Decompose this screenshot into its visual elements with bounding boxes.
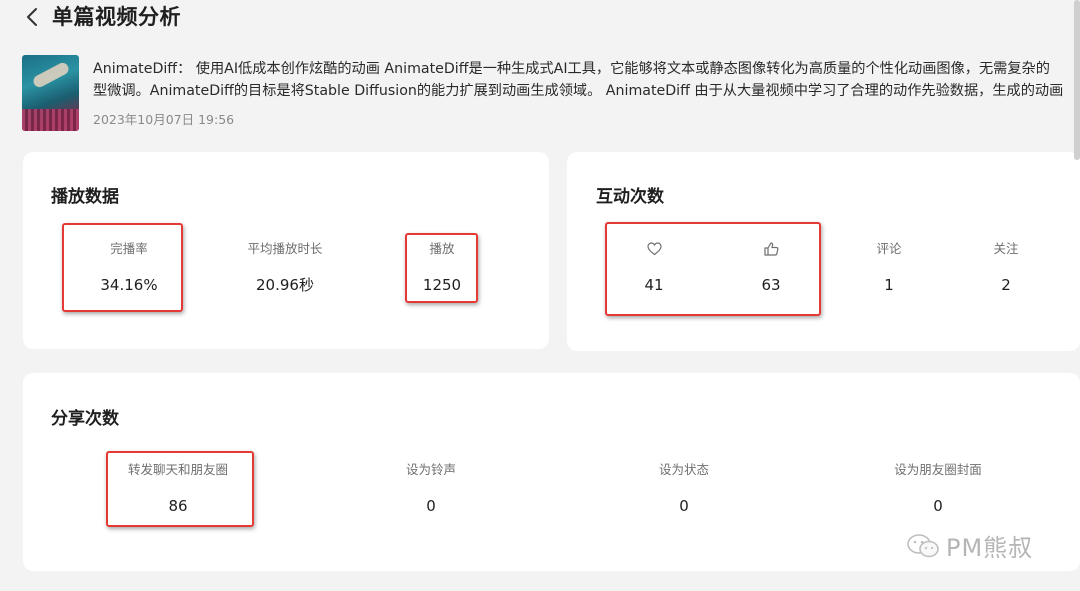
video-info: AnimateDiff： 使用AI低成本创作炫酷的动画 AnimateDiff是… xyxy=(22,55,1080,133)
watermark-text: PM熊叔 xyxy=(946,534,1034,562)
status-value: 0 xyxy=(679,497,689,515)
follows-metric: 关注 2 xyxy=(976,240,1036,295)
wechat-icon xyxy=(907,533,939,557)
comments-metric: 评论 1 xyxy=(859,240,919,295)
highlight-box xyxy=(405,233,478,303)
moments-cover-metric: 设为朋友圈封面 0 xyxy=(880,461,996,516)
video-description: AnimateDiff： 使用AI低成本创作炫酷的动画 AnimateDiff是… xyxy=(93,58,1080,102)
page-header: 单篇视频分析 xyxy=(0,0,1080,36)
watermark: PM熊叔 xyxy=(906,528,1033,563)
moments-cover-label: 设为朋友圈封面 xyxy=(894,462,982,477)
highlight-box xyxy=(62,223,183,312)
comments-label: 评论 xyxy=(876,241,902,256)
back-icon[interactable] xyxy=(22,4,44,30)
video-description-line: 型微调。AnimateDiff的目标是将Stable Diffusion的能力扩… xyxy=(93,83,1064,99)
page-title: 单篇视频分析 xyxy=(52,5,181,29)
play-data-card: 播放数据 完播率 34.16% 平均播放时长 20.96秒 播放 1250 xyxy=(23,152,549,349)
ringtone-value: 0 xyxy=(426,497,436,515)
follows-value: 2 xyxy=(1001,276,1011,294)
status-label: 设为状态 xyxy=(658,462,709,477)
share-title: 分享次数 xyxy=(51,409,119,429)
video-thumbnail[interactable] xyxy=(22,55,79,131)
ringtone-metric: 设为铃声 0 xyxy=(391,461,471,516)
scrollbar[interactable] xyxy=(1074,0,1080,160)
highlight-box xyxy=(605,222,821,316)
status-metric: 设为状态 0 xyxy=(644,461,724,516)
follows-label: 关注 xyxy=(993,241,1019,256)
avg-duration-label: 平均播放时长 xyxy=(247,241,323,256)
play-data-title: 播放数据 xyxy=(51,187,119,207)
ringtone-label: 设为铃声 xyxy=(405,462,456,477)
interaction-card: 互动次数 41 63 评论 1 关注 2 xyxy=(567,152,1080,351)
interaction-title: 互动次数 xyxy=(596,187,664,207)
moments-cover-value: 0 xyxy=(933,497,943,515)
highlight-box xyxy=(106,451,254,527)
comments-value: 1 xyxy=(884,276,894,294)
avg-duration-value: 20.96秒 xyxy=(256,276,314,294)
video-description-line: AnimateDiff： 使用AI低成本创作炫酷的动画 AnimateDiff是… xyxy=(93,61,1050,77)
avg-duration-metric: 平均播放时长 20.96秒 xyxy=(235,240,335,295)
publish-date: 2023年10月07日 19:56 xyxy=(93,112,235,127)
